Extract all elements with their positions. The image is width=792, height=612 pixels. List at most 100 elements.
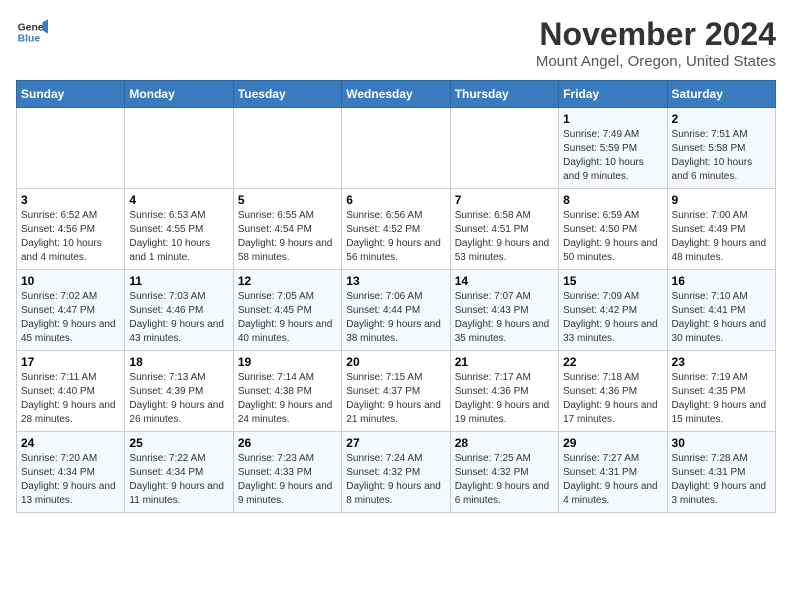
day-number: 19 bbox=[238, 355, 337, 369]
calendar-body: 1 Sunrise: 7:49 AM Sunset: 5:59 PM Daylig… bbox=[17, 108, 776, 513]
day-info: Sunrise: 7:09 AM Sunset: 4:42 PM Dayligh… bbox=[563, 290, 662, 346]
calendar-cell: 7Sunrise: 6:58 AM Sunset: 4:51 PM Daylig… bbox=[450, 189, 558, 270]
calendar-table: SundayMondayTuesdayWednesdayThursdayFrid… bbox=[16, 80, 776, 513]
calendar-cell: 12 Sunrise: 7:05 AM Sunset: 4:45 PM Dayli… bbox=[233, 270, 341, 351]
calendar-cell: 2 Sunrise: 7:51 AM Sunset: 5:58 PM Daylig… bbox=[667, 108, 775, 189]
svg-text:Blue: Blue bbox=[18, 34, 41, 45]
day-number: 7 bbox=[455, 193, 554, 207]
calendar-cell bbox=[233, 108, 341, 189]
calendar-cell: 30 Sunrise: 7:28 AM Sunset: 4:31 PM Dayli… bbox=[667, 432, 775, 513]
calendar-cell: 17Sunrise: 7:11 AM Sunset: 4:40 PM Dayli… bbox=[17, 351, 125, 432]
calendar-cell: 29 Sunrise: 7:27 AM Sunset: 4:31 PM Dayli… bbox=[559, 432, 667, 513]
day-info: Sunrise: 7:02 AM Sunset: 4:47 PM Dayligh… bbox=[21, 290, 120, 346]
day-info: Sunrise: 6:59 AM Sunset: 4:50 PM Dayligh… bbox=[563, 209, 662, 265]
calendar-cell: 25Sunrise: 7:22 AM Sunset: 4:34 PM Dayli… bbox=[125, 432, 233, 513]
day-number: 18 bbox=[129, 355, 228, 369]
day-number: 4 bbox=[129, 193, 228, 207]
day-info: Sunrise: 6:53 AM Sunset: 4:55 PM Dayligh… bbox=[129, 209, 228, 265]
day-number: 16 bbox=[672, 274, 771, 288]
day-info: Sunrise: 7:13 AM Sunset: 4:39 PM Dayligh… bbox=[129, 371, 228, 427]
day-info: Sunrise: 6:52 AM Sunset: 4:56 PM Dayligh… bbox=[21, 209, 120, 265]
calendar-cell: 26 Sunrise: 7:23 AM Sunset: 4:33 PM Dayli… bbox=[233, 432, 341, 513]
day-number: 1 bbox=[563, 112, 662, 126]
page-subtitle: Mount Angel, Oregon, United States bbox=[536, 53, 776, 70]
day-header-monday: Monday bbox=[125, 81, 233, 108]
calendar-cell: 16 Sunrise: 7:10 AM Sunset: 4:41 PM Dayli… bbox=[667, 270, 775, 351]
day-header-thursday: Thursday bbox=[450, 81, 558, 108]
calendar-cell bbox=[342, 108, 450, 189]
day-number: 20 bbox=[346, 355, 445, 369]
day-number: 3 bbox=[21, 193, 120, 207]
page-header: General Blue November 2024 Mount Angel, … bbox=[16, 16, 776, 70]
calendar-cell: 19 Sunrise: 7:14 AM Sunset: 4:38 PM Dayli… bbox=[233, 351, 341, 432]
page-title: November 2024 bbox=[536, 16, 776, 53]
calendar-week-3: 10 Sunrise: 7:02 AM Sunset: 4:47 PM Dayli… bbox=[17, 270, 776, 351]
calendar-cell bbox=[125, 108, 233, 189]
calendar-cell bbox=[17, 108, 125, 189]
calendar-cell: 27Sunrise: 7:24 AM Sunset: 4:32 PM Dayli… bbox=[342, 432, 450, 513]
calendar-cell: 15 Sunrise: 7:09 AM Sunset: 4:42 PM Dayli… bbox=[559, 270, 667, 351]
calendar-cell: 24 Sunrise: 7:20 AM Sunset: 4:34 PM Dayli… bbox=[17, 432, 125, 513]
calendar-cell: 11 Sunrise: 7:03 AM Sunset: 4:46 PM Dayli… bbox=[125, 270, 233, 351]
calendar-cell: 20 Sunrise: 7:15 AM Sunset: 4:37 PM Dayli… bbox=[342, 351, 450, 432]
day-number: 2 bbox=[672, 112, 771, 126]
calendar-cell: 10 Sunrise: 7:02 AM Sunset: 4:47 PM Dayli… bbox=[17, 270, 125, 351]
calendar-cell bbox=[450, 108, 558, 189]
calendar-cell: 21Sunrise: 7:17 AM Sunset: 4:36 PM Dayli… bbox=[450, 351, 558, 432]
day-info: Sunrise: 7:14 AM Sunset: 4:38 PM Dayligh… bbox=[238, 371, 337, 427]
day-info: Sunrise: 7:06 AM Sunset: 4:44 PM Dayligh… bbox=[346, 290, 445, 346]
day-number: 30 bbox=[672, 436, 771, 450]
calendar-cell: 18 Sunrise: 7:13 AM Sunset: 4:39 PM Dayli… bbox=[125, 351, 233, 432]
day-number: 14 bbox=[455, 274, 554, 288]
day-info: Sunrise: 6:55 AM Sunset: 4:54 PM Dayligh… bbox=[238, 209, 337, 265]
day-info: Sunrise: 7:23 AM Sunset: 4:33 PM Dayligh… bbox=[238, 452, 337, 508]
calendar-cell: 6 Sunrise: 6:56 AM Sunset: 4:52 PM Daylig… bbox=[342, 189, 450, 270]
day-info: Sunrise: 7:25 AM Sunset: 4:32 PM Dayligh… bbox=[455, 452, 554, 508]
day-header-saturday: Saturday bbox=[667, 81, 775, 108]
logo: General Blue bbox=[16, 16, 48, 48]
day-info: Sunrise: 6:56 AM Sunset: 4:52 PM Dayligh… bbox=[346, 209, 445, 265]
day-info: Sunrise: 7:10 AM Sunset: 4:41 PM Dayligh… bbox=[672, 290, 771, 346]
calendar-header: SundayMondayTuesdayWednesdayThursdayFrid… bbox=[17, 81, 776, 108]
day-number: 13 bbox=[346, 274, 445, 288]
day-info: Sunrise: 7:49 AM Sunset: 5:59 PM Dayligh… bbox=[563, 128, 662, 184]
day-number: 29 bbox=[563, 436, 662, 450]
day-info: Sunrise: 7:28 AM Sunset: 4:31 PM Dayligh… bbox=[672, 452, 771, 508]
day-number: 26 bbox=[238, 436, 337, 450]
calendar-cell: 28 Sunrise: 7:25 AM Sunset: 4:32 PM Dayli… bbox=[450, 432, 558, 513]
calendar-cell: 14Sunrise: 7:07 AM Sunset: 4:43 PM Dayli… bbox=[450, 270, 558, 351]
day-info: Sunrise: 7:03 AM Sunset: 4:46 PM Dayligh… bbox=[129, 290, 228, 346]
day-number: 12 bbox=[238, 274, 337, 288]
day-number: 15 bbox=[563, 274, 662, 288]
calendar-cell: 23Sunrise: 7:19 AM Sunset: 4:35 PM Dayli… bbox=[667, 351, 775, 432]
calendar-week-1: 1 Sunrise: 7:49 AM Sunset: 5:59 PM Daylig… bbox=[17, 108, 776, 189]
calendar-cell: 4 Sunrise: 6:53 AM Sunset: 4:55 PM Daylig… bbox=[125, 189, 233, 270]
title-block: November 2024 Mount Angel, Oregon, Unite… bbox=[536, 16, 776, 70]
day-info: Sunrise: 7:11 AM Sunset: 4:40 PM Dayligh… bbox=[21, 371, 120, 427]
day-info: Sunrise: 7:19 AM Sunset: 4:35 PM Dayligh… bbox=[672, 371, 771, 427]
day-info: Sunrise: 7:51 AM Sunset: 5:58 PM Dayligh… bbox=[672, 128, 771, 184]
calendar-week-4: 17Sunrise: 7:11 AM Sunset: 4:40 PM Dayli… bbox=[17, 351, 776, 432]
day-number: 27 bbox=[346, 436, 445, 450]
day-number: 10 bbox=[21, 274, 120, 288]
day-info: Sunrise: 7:15 AM Sunset: 4:37 PM Dayligh… bbox=[346, 371, 445, 427]
day-header-wednesday: Wednesday bbox=[342, 81, 450, 108]
calendar-cell: 3 Sunrise: 6:52 AM Sunset: 4:56 PM Daylig… bbox=[17, 189, 125, 270]
day-number: 28 bbox=[455, 436, 554, 450]
day-number: 5 bbox=[238, 193, 337, 207]
calendar-week-5: 24 Sunrise: 7:20 AM Sunset: 4:34 PM Dayli… bbox=[17, 432, 776, 513]
calendar-cell: 13 Sunrise: 7:06 AM Sunset: 4:44 PM Dayli… bbox=[342, 270, 450, 351]
day-number: 24 bbox=[21, 436, 120, 450]
day-number: 11 bbox=[129, 274, 228, 288]
calendar-cell: 9Sunrise: 7:00 AM Sunset: 4:49 PM Daylig… bbox=[667, 189, 775, 270]
day-header-sunday: Sunday bbox=[17, 81, 125, 108]
day-info: Sunrise: 7:22 AM Sunset: 4:34 PM Dayligh… bbox=[129, 452, 228, 508]
day-header-tuesday: Tuesday bbox=[233, 81, 341, 108]
day-number: 6 bbox=[346, 193, 445, 207]
calendar-cell: 5 Sunrise: 6:55 AM Sunset: 4:54 PM Daylig… bbox=[233, 189, 341, 270]
day-info: Sunrise: 7:20 AM Sunset: 4:34 PM Dayligh… bbox=[21, 452, 120, 508]
day-info: Sunrise: 7:05 AM Sunset: 4:45 PM Dayligh… bbox=[238, 290, 337, 346]
day-info: Sunrise: 7:18 AM Sunset: 4:36 PM Dayligh… bbox=[563, 371, 662, 427]
day-info: Sunrise: 7:27 AM Sunset: 4:31 PM Dayligh… bbox=[563, 452, 662, 508]
calendar-cell: 8Sunrise: 6:59 AM Sunset: 4:50 PM Daylig… bbox=[559, 189, 667, 270]
